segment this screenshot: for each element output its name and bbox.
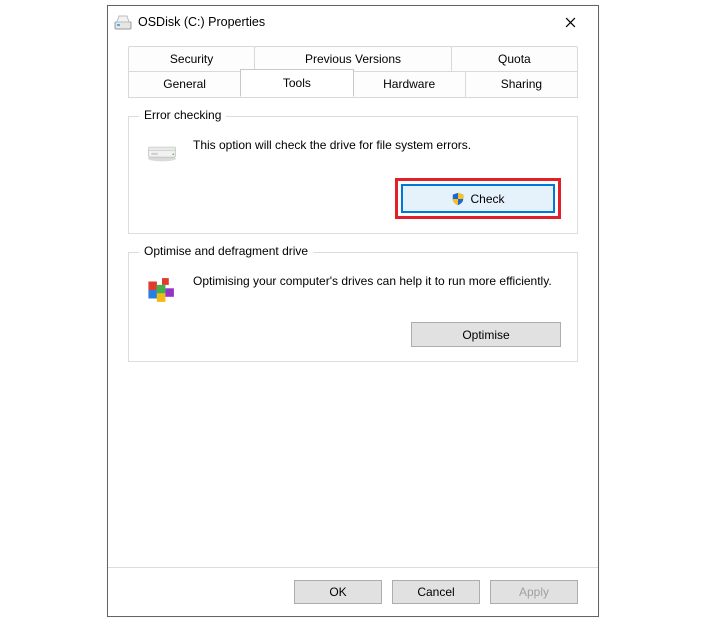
group-legend: Error checking [139, 108, 226, 122]
tab-label: Tools [283, 76, 311, 90]
tab-label: Sharing [501, 77, 542, 91]
tab-general[interactable]: General [128, 71, 241, 97]
defrag-icon [145, 273, 179, 310]
tab-security[interactable]: Security [128, 46, 255, 71]
tab-quota[interactable]: Quota [451, 46, 578, 71]
titlebar: OSDisk (C:) Properties [108, 6, 598, 38]
close-icon [565, 17, 576, 28]
apply-button[interactable]: Apply [490, 580, 578, 604]
cancel-button[interactable]: Cancel [392, 580, 480, 604]
tab-label: General [163, 77, 206, 91]
group-legend: Optimise and defragment drive [139, 244, 313, 258]
check-button-label: Check [470, 192, 504, 206]
apply-button-label: Apply [519, 585, 549, 599]
shield-icon [451, 192, 465, 206]
error-checking-description: This option will check the drive for fil… [193, 137, 561, 153]
tab-label: Security [170, 52, 213, 66]
tab-tools[interactable]: Tools [240, 69, 353, 97]
properties-dialog: OSDisk (C:) Properties Security Previous… [107, 5, 599, 617]
close-button[interactable] [548, 8, 592, 36]
group-optimise: Optimise and defragment drive Optimising… [128, 252, 578, 362]
tab-hardware[interactable]: Hardware [353, 71, 466, 97]
optimise-description: Optimising your computer's drives can he… [193, 273, 561, 289]
content-area: Error checking This option will check th… [108, 98, 598, 567]
cancel-button-label: Cancel [417, 585, 454, 599]
dialog-button-bar: OK Cancel Apply [108, 567, 598, 616]
tab-label: Hardware [383, 77, 435, 91]
tab-previous-versions[interactable]: Previous Versions [254, 46, 452, 71]
tab-label: Quota [498, 52, 531, 66]
annotation-highlight: Check [395, 178, 561, 219]
tabs: Security Previous Versions Quota General… [108, 38, 598, 98]
group-error-checking: Error checking This option will check th… [128, 116, 578, 234]
tab-sharing[interactable]: Sharing [465, 71, 578, 97]
optimise-button-label: Optimise [462, 328, 509, 342]
check-button[interactable]: Check [401, 184, 555, 213]
tab-label: Previous Versions [305, 52, 401, 66]
optimise-button[interactable]: Optimise [411, 322, 561, 347]
window-title: OSDisk (C:) Properties [138, 15, 548, 29]
drive-icon [145, 137, 179, 166]
ok-button-label: OK [329, 585, 346, 599]
drive-small-icon [114, 13, 132, 31]
ok-button[interactable]: OK [294, 580, 382, 604]
